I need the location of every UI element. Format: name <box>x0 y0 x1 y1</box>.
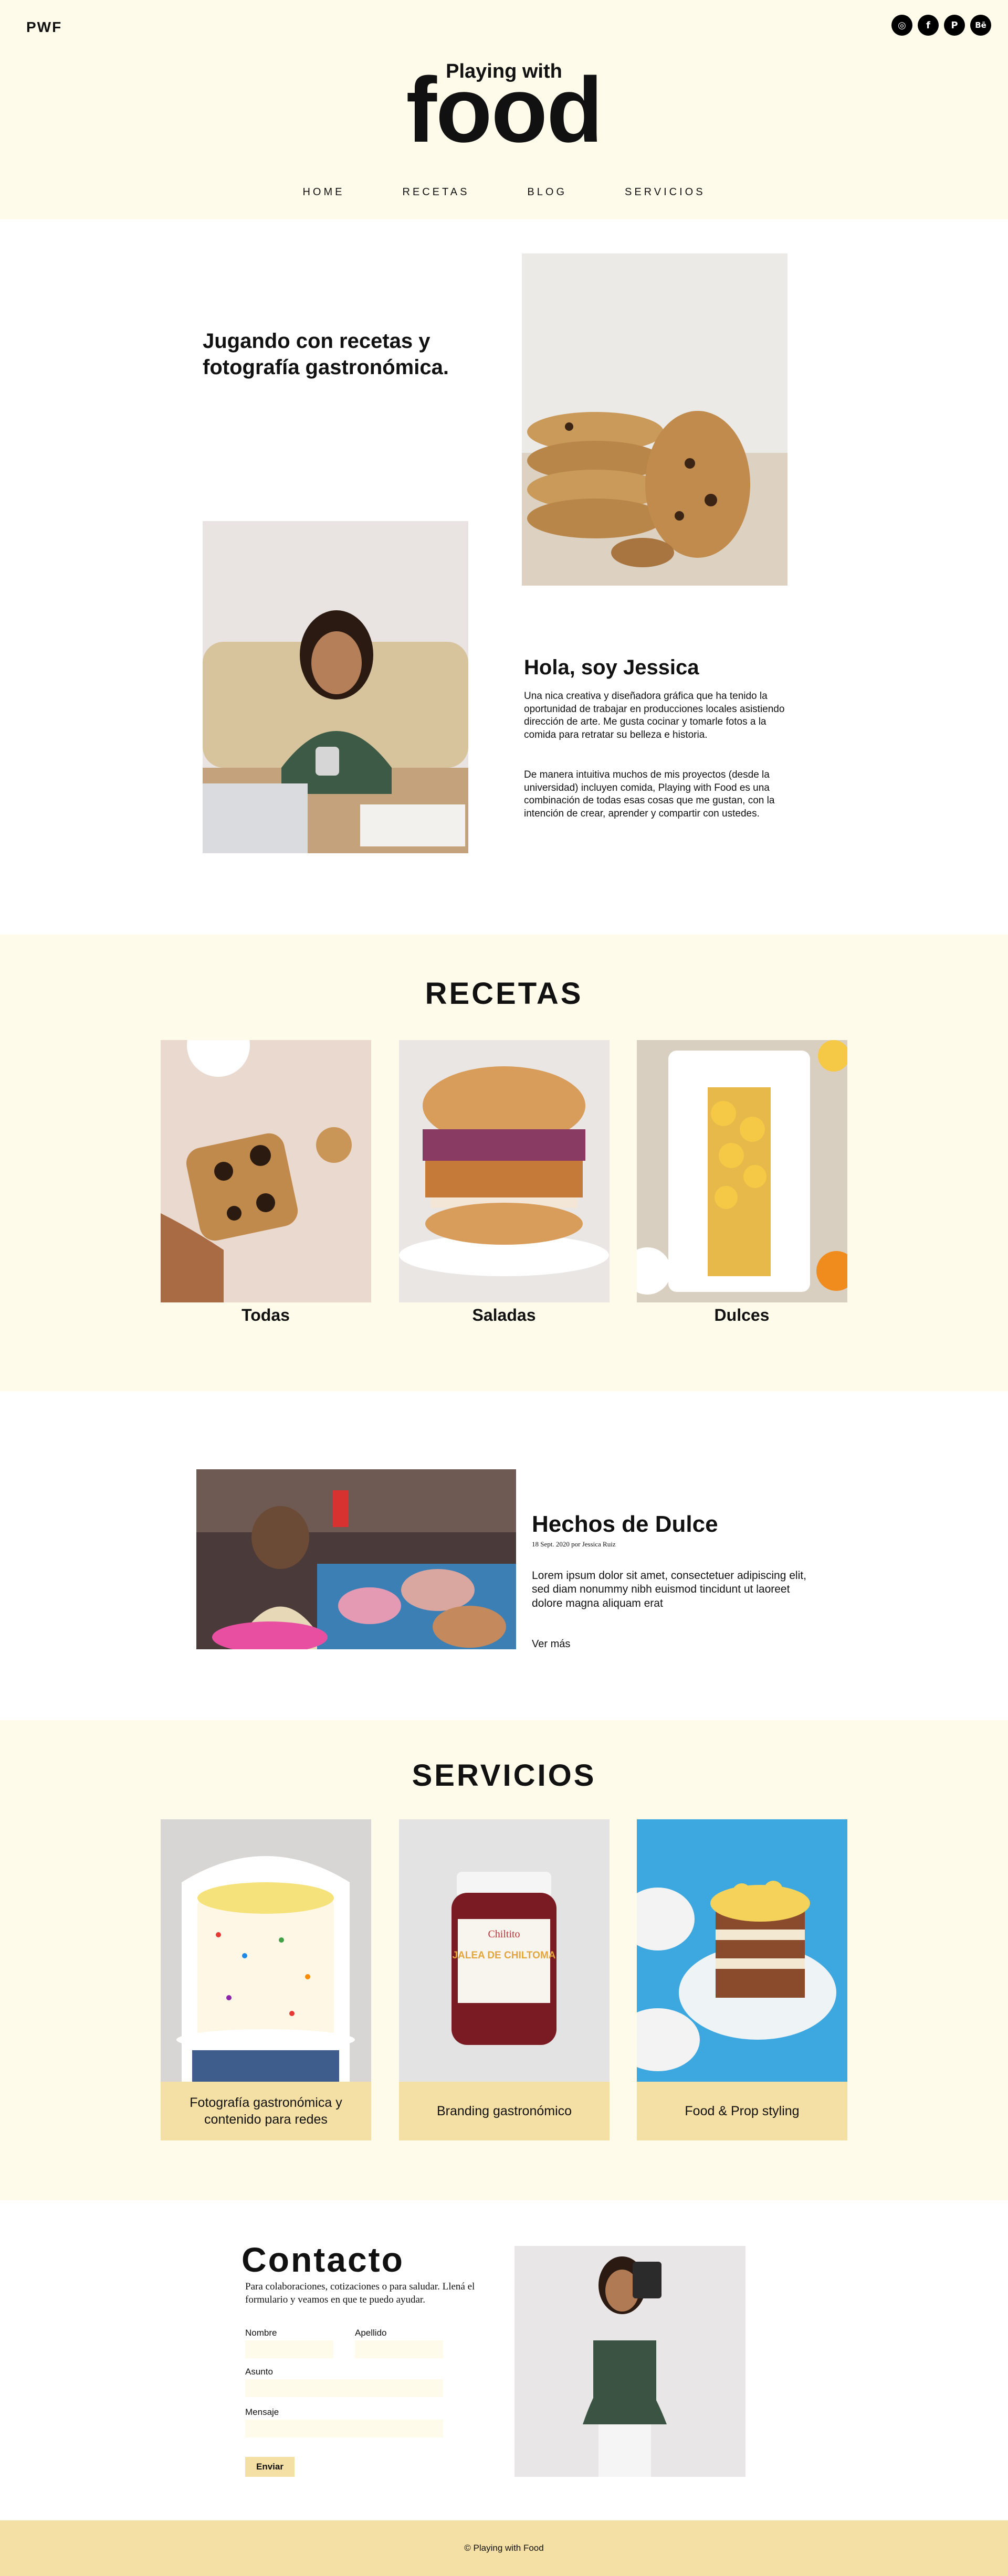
blog-post-image[interactable] <box>196 1469 516 1649</box>
facebook-icon[interactable]: f <box>918 15 939 36</box>
jar-label-text: JALEA DE CHILTOMA <box>452 1950 555 1961</box>
service-photo-label[interactable]: Fotografía gastronómica y contenido para… <box>161 2082 371 2140</box>
contact-title: Contacto <box>242 2240 404 2279</box>
service-photo-image[interactable] <box>161 1819 371 2082</box>
site-footer: © Playing with Food <box>0 2520 1008 2576</box>
logo-wordmark[interactable]: food <box>0 64 1008 156</box>
recipe-card-todas-image[interactable] <box>161 1040 371 1302</box>
nombre-label: Nombre <box>245 2328 277 2338</box>
cookies-photo <box>522 253 788 586</box>
nav-blog[interactable]: BLOG <box>527 186 567 198</box>
about-title: Hola, soy Jessica <box>524 656 699 679</box>
blog-post-meta: 18 Sept. 2020 por Jessica Ruiz <box>532 1540 616 1548</box>
apellido-field[interactable] <box>355 2340 443 2358</box>
jessica-portrait-photo <box>203 521 468 853</box>
nav-home[interactable]: HOME <box>302 186 344 198</box>
recipe-card-saladas-image[interactable] <box>399 1040 610 1302</box>
footer-copyright: © Playing with Food <box>464 2543 544 2553</box>
mensaje-label: Mensaje <box>245 2407 279 2417</box>
service-branding-image[interactable]: Chiltito JALEA DE CHILTOMA <box>399 1819 610 2082</box>
read-more-link[interactable]: Ver más <box>532 1638 570 1650</box>
hero-heading: Jugando con recetas y fotografía gastron… <box>203 330 449 379</box>
mensaje-field[interactable] <box>245 2420 443 2437</box>
nav-servicios[interactable]: SERVICIOS <box>625 186 706 198</box>
recipe-card-dulces-image[interactable] <box>637 1040 847 1302</box>
servicios-title: SERVICIOS <box>412 1758 596 1793</box>
contact-intro: Para colaboraciones, cotizaciones o para… <box>245 2281 475 2305</box>
submit-button[interactable]: Enviar <box>245 2457 295 2477</box>
instagram-icon[interactable]: ◎ <box>891 15 912 36</box>
brand-short-logo[interactable]: PWF <box>26 19 62 36</box>
service-styling-image[interactable] <box>637 1819 847 2082</box>
asunto-label: Asunto <box>245 2367 273 2377</box>
about-paragraph-1: Una nica creativa y diseñadora gráfica q… <box>524 691 785 741</box>
service-branding-label[interactable]: Branding gastronómico <box>399 2082 610 2140</box>
service-styling-label[interactable]: Food & Prop styling <box>637 2082 847 2140</box>
nombre-field[interactable] <box>245 2340 333 2358</box>
recetas-title: RECETAS <box>425 977 583 1011</box>
pinterest-icon[interactable]: P <box>944 15 965 36</box>
apellido-label: Apellido <box>355 2328 387 2338</box>
recipe-card-saladas-label[interactable]: Saladas <box>399 1306 609 1325</box>
recipe-card-dulces-label[interactable]: Dulces <box>637 1306 847 1325</box>
about-paragraph-2: De manera intuitiva muchos de mis proyec… <box>524 769 775 820</box>
nav-recetas[interactable]: RECETAS <box>402 186 469 198</box>
blog-post-excerpt: Lorem ipsum dolor sit amet, consectetuer… <box>532 1570 806 1609</box>
jar-brand-text: Chiltito <box>488 1928 520 1940</box>
recipe-card-todas-label[interactable]: Todas <box>161 1306 371 1325</box>
blog-post-title[interactable]: Hechos de Dulce <box>532 1511 718 1538</box>
contact-portrait-photo <box>514 2246 746 2477</box>
behance-icon[interactable]: Bē <box>970 15 991 36</box>
social-links: ◎ f P Bē <box>891 15 991 36</box>
main-nav: HOME RECETAS BLOG SERVICIOS <box>0 186 1008 198</box>
asunto-field[interactable] <box>245 2379 443 2397</box>
